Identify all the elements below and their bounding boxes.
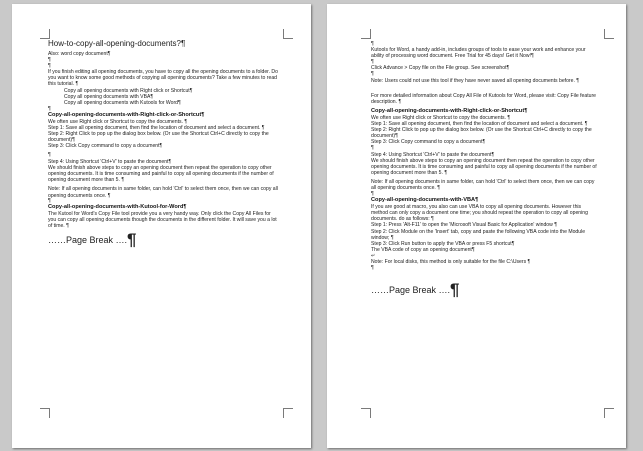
page-break-label: Page Break (389, 285, 437, 296)
page-break-dots: …. (436, 285, 451, 296)
paragraph[interactable]: Kutools for Word, a handy add-in, includ… (371, 47, 597, 59)
page-break-dots: …… (48, 235, 66, 246)
paragraph[interactable]: We should finish above steps to copy an … (48, 165, 280, 183)
paragraph[interactable]: Step 2: Right Click to pop up the dialog… (48, 131, 280, 143)
document-page-right[interactable]: ¶ Kutools for Word, a handy add-in, incl… (327, 4, 626, 448)
page-break-dots: …. (113, 235, 128, 246)
document-page-left[interactable]: How-to-copy-all-opening-documents?¶ Also… (12, 4, 311, 448)
crop-mark (40, 408, 50, 418)
document-title[interactable]: How-to-copy-all-opening-documents?¶ (48, 38, 280, 49)
page-content[interactable]: How-to-copy-all-opening-documents?¶ Also… (48, 38, 280, 250)
note-paragraph[interactable]: Note: If all opening documents in same f… (48, 186, 280, 198)
crop-mark (604, 29, 614, 39)
empty-paragraph[interactable]: ¶ (371, 265, 597, 271)
paragraph[interactable]: For more detailed information about Copy… (371, 93, 597, 105)
section-heading[interactable]: Copy-all-opening-documents-with-VBA¶ (371, 197, 597, 204)
paragraph[interactable]: Step 2: Right Click to pop up the dialog… (371, 127, 597, 139)
crop-mark (283, 408, 293, 418)
crop-mark (283, 29, 293, 39)
page-break-marker: ……Page Break ….¶ (48, 230, 280, 250)
note-paragraph[interactable]: Note: Users could not use this tool if t… (371, 78, 597, 90)
paragraph[interactable]: The Kutool for Word's Copy File tool pro… (48, 211, 280, 229)
section-heading[interactable]: Copy-all-opening-documents-with-Right-cl… (371, 108, 597, 115)
page-break-dots: …… (371, 285, 389, 296)
section-heading[interactable]: Copy-all-opening-documents-with-Kutool-f… (48, 204, 280, 211)
pilcrow-icon: ¶ (450, 280, 460, 300)
page-content[interactable]: ¶ Kutools for Word, a handy add-in, incl… (371, 41, 597, 300)
pilcrow-icon: ¶ (127, 230, 137, 250)
section-heading[interactable]: Copy-all-opening-documents-with-Right-cl… (48, 112, 280, 119)
crop-mark (604, 408, 614, 418)
page-break-label: Page Break (66, 235, 114, 246)
paragraph[interactable]: If you are good at macro, you also can u… (371, 204, 597, 222)
paragraph[interactable]: We should finish above steps to copy an … (371, 158, 597, 176)
crop-mark (361, 408, 371, 418)
note-paragraph[interactable]: Note: If all opening documents in same f… (371, 179, 597, 191)
paragraph[interactable]: Step 2: Click Module on the 'Insert' tab… (371, 229, 597, 241)
paragraph[interactable]: If you finish editing all opening docume… (48, 69, 280, 87)
crop-mark (361, 29, 371, 39)
page-break-marker: ……Page Break ….¶ (371, 280, 597, 300)
